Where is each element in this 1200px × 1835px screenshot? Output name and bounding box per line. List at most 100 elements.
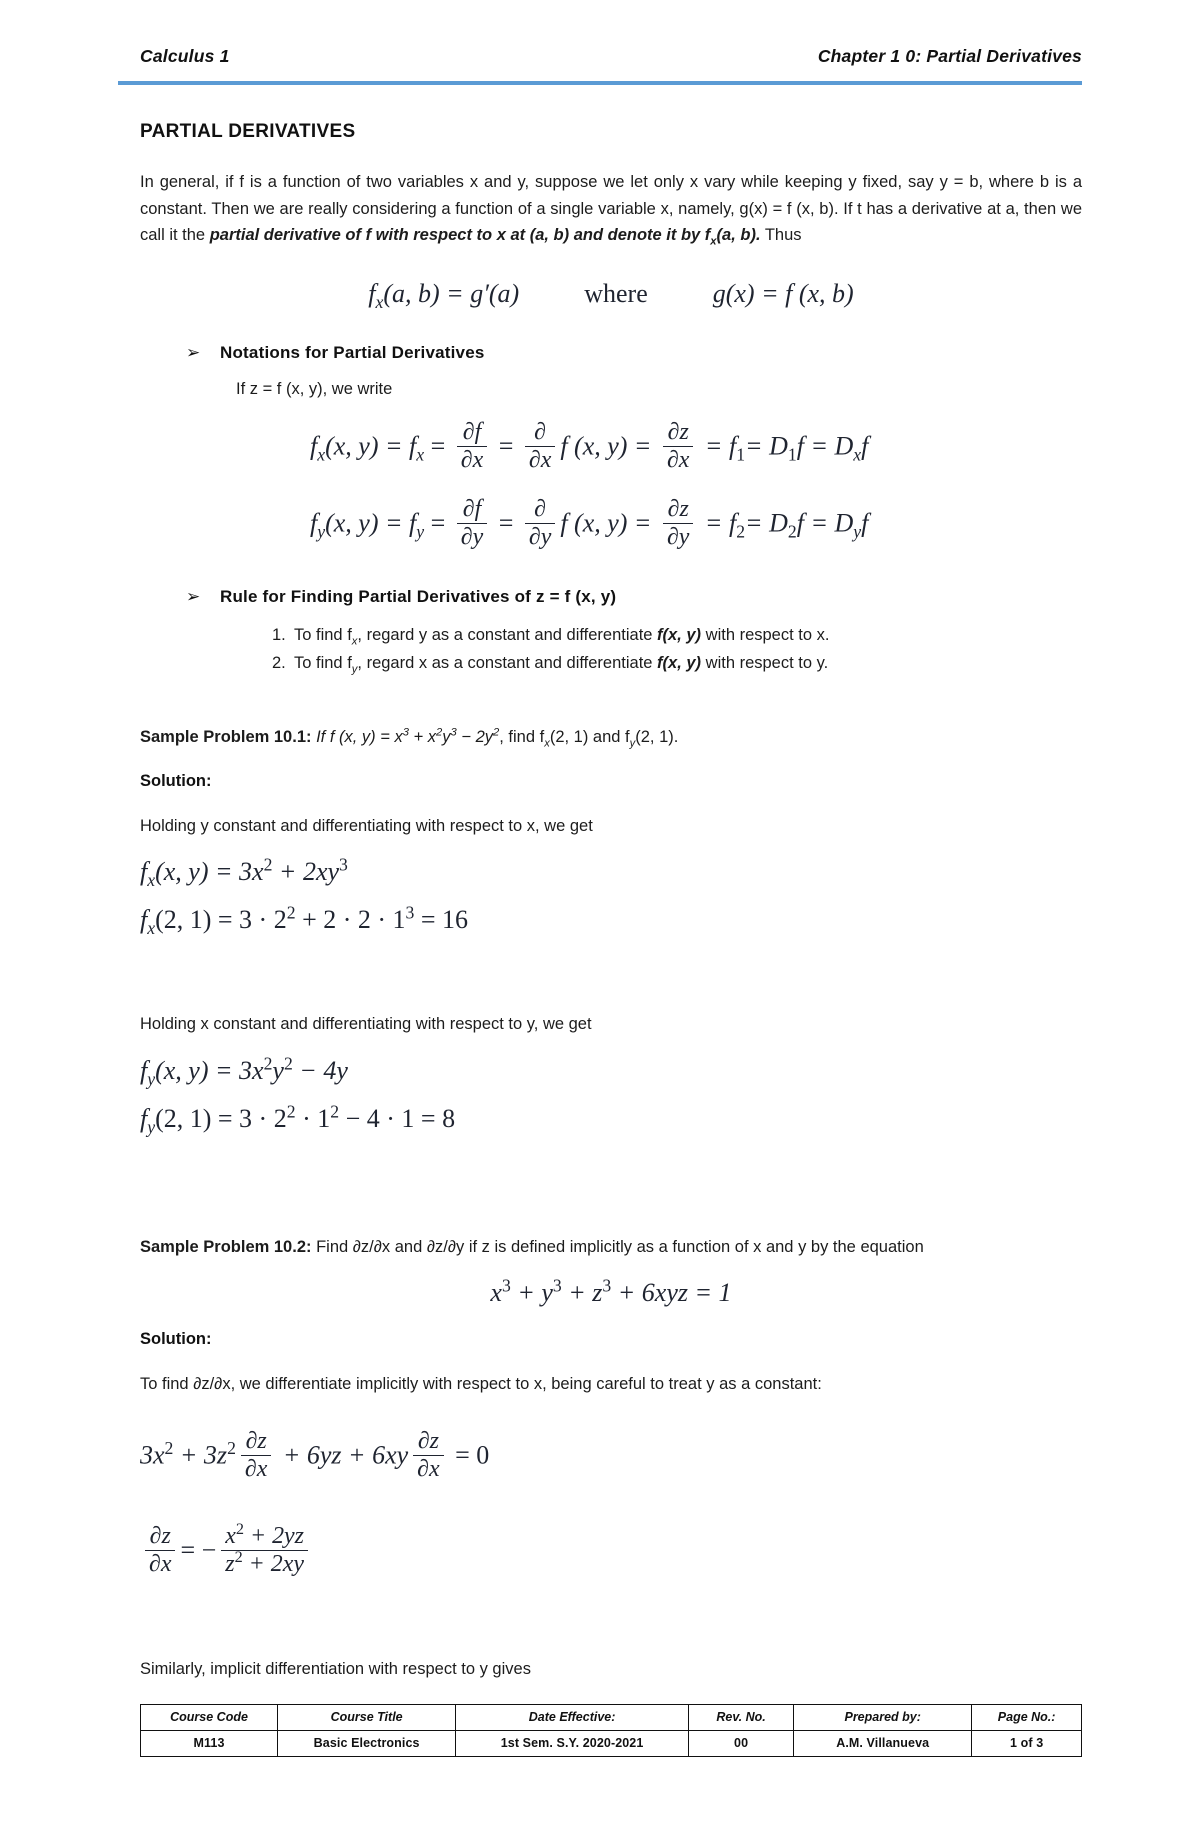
p2e2-frac-lhs: ∂z ∂x <box>145 1523 176 1578</box>
eq-fx2-sup1: 2 <box>286 902 296 923</box>
list-item: 2. To find fy, regard x as a constant and… <box>272 649 1082 677</box>
p2e2-rhs-den: z2 + 2xy <box>221 1547 308 1578</box>
th-prepared-by: Prepared by: <box>793 1704 973 1731</box>
eq-fy1-sup2: 2 <box>283 1053 293 1074</box>
eq-fx2-sub: x <box>147 918 156 939</box>
p2-eq-b-sup: 3 <box>552 1275 562 1296</box>
holding-y-constant-line: Holding y constant and differentiating w… <box>140 817 593 836</box>
n1-Dx-sub: x <box>853 444 862 465</box>
eq-fy1-rest2: y <box>272 1055 284 1085</box>
sample-problem-2-solution-label: Solution: <box>140 1330 212 1349</box>
n2-frac2-num: ∂ <box>534 495 546 522</box>
n1-args: (x, y) = f <box>325 431 417 461</box>
n1-frac-dz-dx: ∂z ∂x <box>662 418 694 474</box>
n1-f1: = f <box>704 431 737 461</box>
eq-fx1-sup2: 3 <box>339 854 348 875</box>
eq-fy2-rest3: − 4 · 1 = 8 <box>339 1103 456 1133</box>
n2-args: (x, y) = f <box>325 508 417 538</box>
n2-frac2-den: ∂y <box>524 522 556 551</box>
document-body: PARTIAL DERIVATIVES In general, if f is … <box>0 121 1200 1682</box>
th-course-title: Course Title <box>277 1704 457 1731</box>
equation-fy-evaluated: fy(2, 1) = 3 · 22 · 12 − 4 · 1 = 8 <box>140 1101 1082 1136</box>
p1-stmt-d: − 2y <box>456 727 494 746</box>
eq-fy2-rest2: · 1 <box>295 1103 331 1133</box>
n1-tail-f: f <box>861 431 869 461</box>
intro-paragraph: In general, if f is a function of two va… <box>140 169 1082 249</box>
p2-eq-c: + z <box>561 1278 603 1308</box>
n1-frac-d-dx: ∂ ∂x <box>524 419 556 474</box>
arrow-bullet-icon: ➢ <box>186 343 201 364</box>
rule-1-bold: f(x, y) <box>657 625 702 644</box>
n1-f1-sub: 1 <box>736 444 746 465</box>
n2-eq2: = <box>498 508 514 538</box>
rule-2-bold: f(x, y) <box>657 654 702 673</box>
n2-frac3-den: ∂y <box>662 522 694 551</box>
sample-problem-2-label: Sample Problem 10.2: <box>140 1237 312 1256</box>
n2-frac-d-dy: ∂ ∂y <box>524 495 556 551</box>
table-row: M113 Basic Electronics 1st Sem. S.Y. 202… <box>139 1730 1082 1757</box>
p2e1-c: + 6yz + 6xy <box>276 1440 409 1470</box>
p2e1-frac1-den: ∂x <box>240 1454 272 1483</box>
notation-equation-fy: fy(x, y) = fy = ∂f ∂y = ∂ ∂y f (x, y) = ∂z ∂… <box>310 495 1082 553</box>
closing-line: Similarly, implicit differentiation with… <box>140 1659 531 1678</box>
intro-bold-definition: partial derivative of f with respect to … <box>209 226 761 247</box>
intro-text-part2: Thus <box>760 226 802 245</box>
n1-eq2: = <box>498 431 514 461</box>
td-date-effective: 1st Sem. S.Y. 2020-2021 <box>455 1730 689 1757</box>
td-rev-no: 00 <box>687 1730 795 1757</box>
page-title: PARTIAL DERIVATIVES <box>140 121 356 142</box>
th-date-effective: Date Effective: <box>455 1704 689 1731</box>
eq-fy2-rest: (2, 1) = 3 · 2 <box>155 1103 287 1133</box>
n2-frac-df-dy: ∂f ∂y <box>456 495 488 551</box>
n2-args-sub: y <box>416 521 425 542</box>
p2e1-b-sup: 2 <box>227 1437 236 1458</box>
table-header-row: Course Code Course Title Date Effective:… <box>139 1704 1082 1731</box>
rule-2-post: with respect to y. <box>701 654 829 673</box>
n1-frac3-den: ∂x <box>662 445 694 474</box>
n1-args-sub: x <box>416 444 425 465</box>
rule-2-number: 2. <box>272 654 286 673</box>
list-item: 1. To find fx, regard y as a constant and… <box>272 621 1082 649</box>
vertical-spacer <box>140 935 1082 989</box>
n2-D2-sub: 2 <box>787 521 797 542</box>
n2-frac1-den: ∂y <box>456 522 488 551</box>
rules-bullet-row: ➢ Rule for Finding Partial Derivatives o… <box>186 587 1082 607</box>
p2e2-rn-b: + 2yz <box>244 1522 304 1549</box>
eq-fy2-sup1: 2 <box>286 1101 296 1122</box>
n2-frac-dz-dy: ∂z ∂y <box>662 496 694 551</box>
td-course-code: M113 <box>139 1730 279 1757</box>
n1-f-sub: x <box>317 444 326 465</box>
p2-eq-c-sup: 3 <box>602 1275 612 1296</box>
n1-frac3-num: ∂z <box>667 418 689 445</box>
rule-2-mid: , regard x as a constant and differentia… <box>357 654 658 673</box>
equation-fx-evaluated: fx(2, 1) = 3 · 22 + 2 · 2 · 13 = 16 <box>140 902 1082 938</box>
eq-fx2-rest: (2, 1) = 3 · 2 <box>155 905 287 935</box>
running-header: Calculus 1 Chapter 1 0: Partial Derivati… <box>0 0 1200 67</box>
n2-tail-f: f <box>861 508 869 538</box>
main-eq-connector: where <box>584 279 648 309</box>
p2e1-b: + 3z <box>173 1440 228 1470</box>
p2e2-rhs-num: x2 + 2yz <box>221 1521 308 1550</box>
notation-equation-fx: fx(x, y) = fx = ∂f ∂x = ∂ ∂x f (x, y) = ∂z ∂… <box>310 418 1082 476</box>
p2e1-frac-dz-dx-2: ∂z ∂x <box>413 1428 444 1483</box>
p2e1-frac1-num: ∂z <box>245 1427 267 1454</box>
p2e2-rd-sup: 2 <box>234 1547 243 1566</box>
sample-problem-1-solution-label: Solution: <box>140 772 212 791</box>
main-definition-equation: fx(a, b) = g′(a) where g(x) = f (x, b) <box>140 279 1082 311</box>
equation-fy-general: fy(x, y) = 3x2y2 − 4y <box>140 1053 1082 1088</box>
p2-statement-text: Find ∂z/∂x and ∂z/∂y if z is defined imp… <box>311 1237 924 1256</box>
intro-bold-part1: partial derivative of f with respect to … <box>209 226 711 245</box>
p2e2-rd-b: + 2xy <box>242 1550 304 1577</box>
p1-stmt-a: If f (x, y) = x <box>311 727 403 746</box>
th-rev-no: Rev. No. <box>687 1704 795 1731</box>
main-eq-lhs-f: f <box>368 279 376 309</box>
n1-frac1-num: ∂f <box>462 418 482 445</box>
n1-frac2-den: ∂x <box>524 445 556 474</box>
sample-problem-1-statement: Sample Problem 10.1: If f (x, y) = x3 + … <box>140 724 1082 750</box>
vertical-spacer-3 <box>140 1580 1082 1634</box>
notations-bullet-row: ➢ Notations for Partial Derivatives <box>186 343 1082 363</box>
p2-eq-d: + 6xyz = 1 <box>611 1278 732 1308</box>
header-course-name: Calculus 1 <box>140 46 230 66</box>
td-page-no: 1 of 3 <box>971 1730 1082 1757</box>
n2-frac1-num: ∂f <box>462 495 482 522</box>
